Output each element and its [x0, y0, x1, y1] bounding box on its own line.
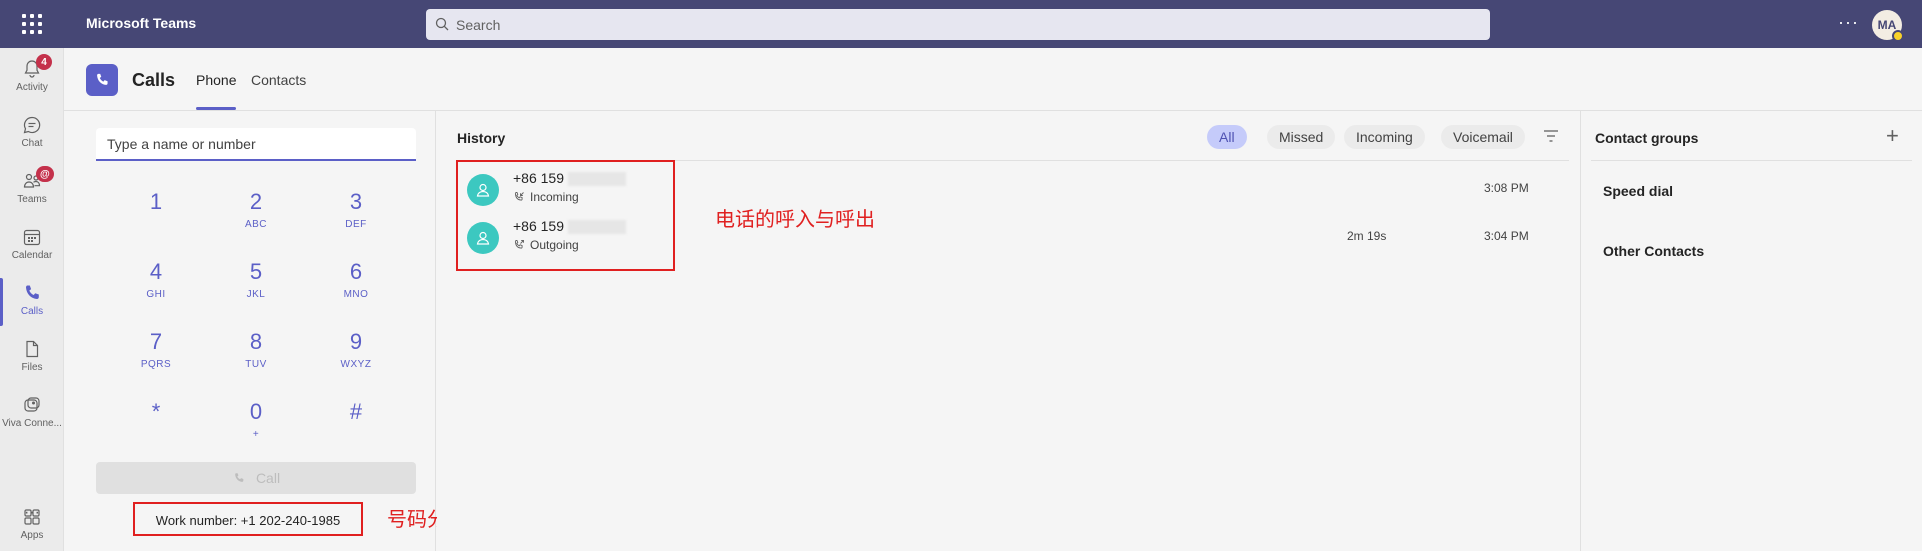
key-digit: 3: [349, 189, 363, 214]
app-rail: 4 Activity Chat @ Teams Calendar Calls F…: [0, 48, 64, 551]
key-letters: TUV: [245, 359, 267, 370]
chat-icon: [23, 116, 41, 134]
dial-key-4[interactable]: 4 GHI: [116, 259, 196, 319]
call-button-label: Call: [255, 470, 281, 486]
app-title: Microsoft Teams: [86, 15, 197, 31]
dial-key-2[interactable]: 2 ABC: [216, 189, 296, 249]
user-avatar[interactable]: MA: [1872, 10, 1904, 42]
tab-contacts[interactable]: Contacts: [251, 72, 306, 88]
phone-icon: [97, 73, 108, 85]
page-title: Calls: [132, 70, 176, 90]
key-digit: 4: [149, 259, 163, 284]
key-digit: 7: [149, 329, 163, 354]
app-launcher-icon[interactable]: [22, 14, 42, 34]
key-digit: 6: [349, 259, 363, 284]
key-letters: MNO: [343, 289, 369, 300]
avatar-initials: MA: [1877, 18, 1897, 32]
filter-missed[interactable]: Missed: [1267, 125, 1336, 149]
dial-key-0[interactable]: 0 +: [216, 399, 296, 459]
rail-item-apps[interactable]: Apps: [0, 498, 64, 551]
rail-item-calls[interactable]: Calls: [0, 274, 64, 330]
dial-key-7[interactable]: 7 PQRS: [116, 329, 196, 389]
key-digit: 8: [249, 329, 263, 354]
contact-group-speed-dial[interactable]: Speed dial: [1603, 183, 1673, 199]
call-duration: 2m 19s: [1347, 229, 1387, 243]
filter-voicemail[interactable]: Voicemail: [1441, 125, 1525, 149]
key-letters: PQRS: [140, 359, 172, 370]
key-letters: WXYZ: [340, 359, 372, 370]
annotation-highlight-box: [456, 160, 675, 271]
contact-group-other-contacts[interactable]: Other Contacts: [1603, 243, 1704, 259]
apps-icon: [24, 509, 40, 525]
key-digit: #: [349, 399, 363, 424]
top-bar: Microsoft Teams Search ··· MA: [0, 0, 1922, 48]
divider: [1591, 160, 1912, 161]
rail-item-chat[interactable]: Chat: [0, 106, 64, 162]
contact-groups-panel: Contact groups + Speed dial Other Contac…: [1580, 111, 1922, 551]
presence-indicator: [1892, 30, 1904, 42]
file-icon: [26, 340, 39, 358]
key-digit: 9: [349, 329, 363, 354]
rail-label: Apps: [20, 530, 44, 541]
dial-key-star[interactable]: *: [116, 399, 196, 459]
dial-number-input[interactable]: Type a name or number: [96, 128, 416, 161]
rail-item-files[interactable]: Files: [0, 330, 64, 386]
search-placeholder: Search: [456, 16, 501, 33]
filter-all[interactable]: All: [1207, 125, 1247, 149]
key-letters: +: [252, 429, 260, 440]
rail-label: Activity: [16, 82, 48, 93]
key-digit: 5: [249, 259, 263, 284]
annotation-calls-in-out: 电话的呼入与呼出: [715, 207, 875, 231]
dial-key-9[interactable]: 9 WXYZ: [316, 329, 396, 389]
tab-phone[interactable]: Phone: [196, 72, 237, 110]
filter-icon[interactable]: [1543, 129, 1559, 143]
call-history-panel: History All Missed Incoming Voicemail +8…: [437, 111, 1579, 551]
dial-key-hash[interactable]: #: [316, 399, 396, 459]
rail-item-calendar[interactable]: Calendar: [0, 218, 64, 274]
history-title: History: [457, 130, 506, 146]
call-time: 3:04 PM: [1484, 229, 1529, 243]
key-digit: 2: [249, 189, 263, 214]
rail-label: Chat: [21, 138, 43, 149]
dial-key-5[interactable]: 5 JKL: [216, 259, 296, 319]
rail-label: Viva Conne...: [2, 418, 62, 429]
add-contact-group-button[interactable]: +: [1886, 123, 1899, 149]
key-digit: 0: [249, 399, 263, 424]
search-icon: [435, 17, 449, 31]
dial-input-placeholder: Type a name or number: [107, 136, 256, 152]
calls-app-icon: [86, 64, 118, 96]
teams-mention-badge: @: [36, 166, 54, 182]
contact-groups-title: Contact groups: [1595, 130, 1699, 146]
search-input[interactable]: Search: [426, 9, 1490, 40]
key-letters: GHI: [146, 289, 166, 300]
key-letters: ABC: [244, 219, 268, 230]
more-options-button[interactable]: ···: [1838, 12, 1859, 33]
activity-badge: 4: [36, 54, 52, 70]
dial-key-3[interactable]: 3 DEF: [316, 189, 396, 249]
dial-pad-panel: Type a name or number 1 2 ABC 3 DEF 4 GHI 5…: [64, 111, 467, 551]
calls-header: Calls Phone Contacts: [64, 48, 1922, 111]
dial-key-6[interactable]: 6 MNO: [316, 259, 396, 319]
rail-item-teams[interactable]: @ Teams: [0, 162, 64, 218]
filter-incoming[interactable]: Incoming: [1344, 125, 1425, 149]
rail-item-viva-connections[interactable]: Viva Conne...: [0, 386, 64, 442]
call-time: 3:08 PM: [1484, 181, 1529, 195]
key-digit: 1: [149, 189, 163, 214]
rail-label: Calendar: [11, 250, 53, 261]
call-button[interactable]: Call: [96, 462, 416, 494]
viva-icon: [24, 397, 40, 412]
key-letters: DEF: [345, 219, 367, 230]
work-number: Work number: +1 202-240-1985: [133, 502, 363, 536]
dial-key-8[interactable]: 8 TUV: [216, 329, 296, 389]
rail-label: Teams: [17, 194, 47, 205]
calendar-icon: [23, 229, 41, 246]
rail-item-activity[interactable]: 4 Activity: [0, 50, 64, 106]
rail-label: Calls: [20, 306, 44, 317]
rail-label: Files: [21, 362, 43, 373]
key-digit: *: [151, 399, 161, 424]
phone-icon: [235, 473, 244, 482]
phone-icon: [25, 285, 39, 300]
dial-key-1[interactable]: 1: [116, 189, 196, 249]
key-letters: JKL: [246, 289, 266, 300]
